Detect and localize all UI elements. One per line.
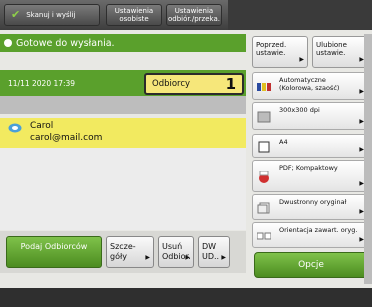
paper-size-icon	[258, 141, 270, 153]
color-mode-setting[interactable]: Automatyczne (Kolorowa, szaość) ▶	[252, 72, 368, 100]
status-icon	[4, 39, 12, 47]
settings-panel: Poprzed. ustawie. ▶ Ulubione ustawie. ▶ …	[250, 34, 372, 284]
scrollbar[interactable]	[364, 34, 372, 284]
top-bar-right	[228, 0, 372, 30]
options-button[interactable]: Opcje	[254, 252, 368, 278]
list-header	[0, 96, 246, 114]
arrow-icon: ▶	[145, 254, 150, 261]
scan-size-setting[interactable]: A4 ▶	[252, 134, 368, 158]
color-mode-label: Automatyczne (Kolorowa, szaość)	[279, 76, 340, 92]
favorite-settings-button[interactable]: Ulubione ustawie. ▶	[312, 36, 368, 68]
recipients-label: Odbiorcy	[152, 79, 191, 89]
duplex-original-setting[interactable]: Dwustronny oryginał ▶	[252, 194, 368, 220]
cc-label: DW UD..	[202, 242, 220, 261]
cc-bcc-button[interactable]: DW UD.. ▶	[198, 236, 230, 268]
recipients-count: 1	[225, 75, 236, 93]
details-button[interactable]: Szcze-góły ▶	[106, 236, 154, 268]
info-row: 11/11 2020 17:39 Odbiorcy 1	[0, 70, 246, 96]
specify-destinations-button[interactable]: Podaj Odbiorców	[6, 236, 102, 268]
duplex-icon	[257, 202, 270, 214]
status-bar: Gotowe do wysłania.	[0, 34, 246, 52]
previous-settings-label: Poprzed. ustawie.	[256, 41, 287, 57]
file-format-label: PDF; Kompaktowy	[279, 164, 338, 172]
details-label: Szcze-góły	[110, 242, 136, 261]
recipient-row[interactable]: Carol carol@mail.com	[0, 118, 246, 148]
email-icon	[8, 123, 22, 133]
receive-forward-settings-button[interactable]: Ustawienia odbiór./przeka.	[166, 4, 222, 26]
file-format-setting[interactable]: PDF; Kompaktowy ▶	[252, 160, 368, 192]
scan-size-label: A4	[279, 138, 288, 146]
recipient-list	[0, 148, 246, 230]
resolution-icon	[257, 111, 271, 123]
recipient-email: carol@mail.com	[30, 133, 103, 143]
duplex-original-label: Dwustronny oryginał	[279, 198, 347, 206]
resolution-setting[interactable]: 300x300 dpi ▶	[252, 102, 368, 130]
datetime: 11/11 2020 17:39	[8, 79, 76, 88]
orientation-setting[interactable]: Orientacja zawart. oryg. ▶	[252, 222, 368, 248]
top-bar: ✔ Skanuj i wyślij Ustawienia osobiste Us…	[0, 0, 372, 30]
personal-settings-button[interactable]: Ustawienia osobiste	[106, 4, 162, 26]
pdf-icon	[259, 171, 269, 183]
scan-and-send-button[interactable]: ✔ Skanuj i wyślij	[4, 4, 100, 26]
orientation-label: Orientacja zawart. oryg.	[279, 226, 358, 234]
arrow-icon: ▶	[185, 254, 190, 261]
recipient-name: Carol	[30, 121, 54, 131]
status-text: Gotowe do wysłania.	[16, 37, 115, 49]
bottom-toolbar: Podaj Odbiorców Szcze-góły ▶ Usuń Odbior…	[0, 231, 246, 273]
resolution-label: 300x300 dpi	[279, 106, 320, 114]
color-icon	[257, 83, 271, 91]
orientation-icon	[257, 232, 271, 240]
remove-destination-button[interactable]: Usuń Odbior. ▶	[158, 236, 194, 268]
previous-settings-button[interactable]: Poprzed. ustawie. ▶	[252, 36, 308, 68]
footer-bar	[0, 288, 372, 307]
arrow-icon: ▶	[299, 56, 304, 63]
arrow-icon: ▶	[221, 254, 226, 261]
scanner-screen: ✔ Skanuj i wyślij Ustawienia osobiste Us…	[0, 0, 372, 307]
favorite-settings-label: Ulubione ustawie.	[316, 41, 347, 57]
scan-send-icon: ✔	[11, 8, 21, 21]
scan-and-send-label: Skanuj i wyślij	[26, 11, 76, 19]
recipients-counter: Odbiorcy 1	[144, 73, 244, 95]
